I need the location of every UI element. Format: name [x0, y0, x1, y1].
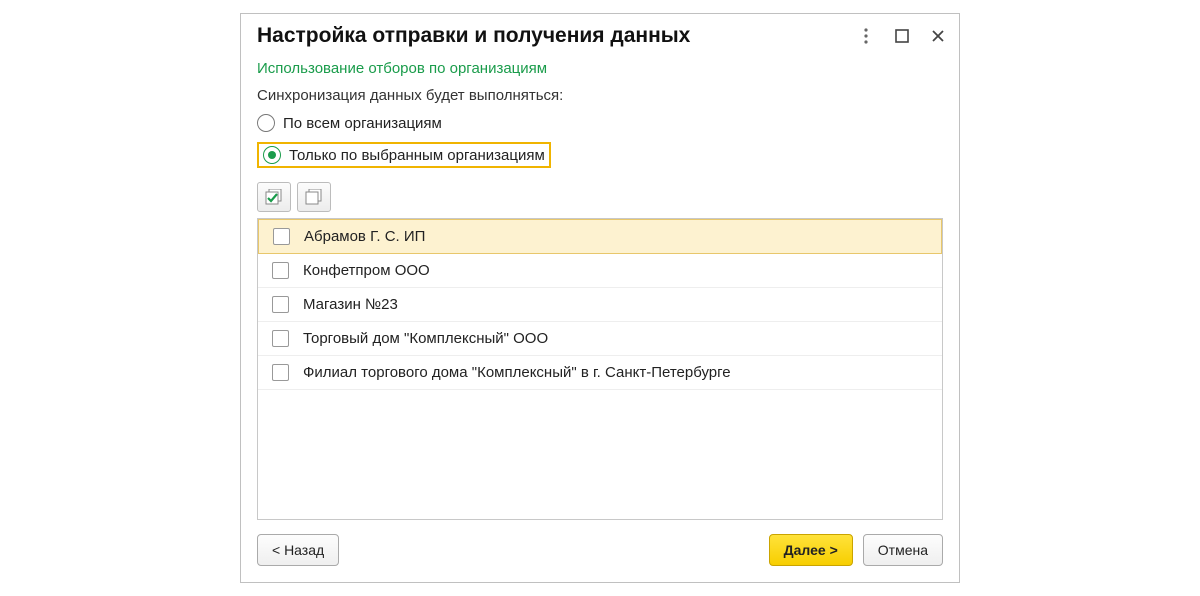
dialog-content: Использование отборов по организациям Си… — [241, 56, 959, 520]
list-item[interactable]: Абрамов Г. С. ИП — [258, 219, 942, 254]
next-button[interactable]: Далее > — [769, 534, 853, 566]
list-item[interactable]: Торговый дом "Комплексный" ООО — [258, 322, 942, 356]
list-item[interactable]: Конфетпром ООО — [258, 254, 942, 288]
radio-all-organizations[interactable]: По всем организациям — [257, 110, 943, 136]
checkbox[interactable] — [272, 364, 289, 381]
sync-description: Синхронизация данных будет выполняться: — [257, 87, 943, 104]
list-item[interactable]: Магазин №23 — [258, 288, 942, 322]
title-bar: Настройка отправки и получения данных — [241, 14, 959, 56]
radio-selected-organizations[interactable]: Только по выбранным организациям — [257, 142, 551, 168]
filters-section-label: Использование отборов по организациям — [257, 60, 943, 77]
org-name: Конфетпром ООО — [303, 262, 430, 279]
radio-icon — [257, 114, 275, 132]
checkbox[interactable] — [272, 262, 289, 279]
uncheck-all-button[interactable] — [297, 182, 331, 212]
radio-label: Только по выбранным организациям — [289, 147, 545, 164]
org-name: Торговый дом "Комплексный" ООО — [303, 330, 548, 347]
back-button[interactable]: < Назад — [257, 534, 339, 566]
settings-dialog: Настройка отправки и получения данных Ис… — [240, 13, 960, 583]
more-icon[interactable] — [857, 27, 875, 45]
maximize-icon[interactable] — [893, 27, 911, 45]
radio-label: По всем организациям — [283, 115, 442, 132]
dialog-footer: < Назад Далее > Отмена — [241, 520, 959, 582]
org-name: Абрамов Г. С. ИП — [304, 228, 425, 245]
list-toolbar — [257, 182, 943, 212]
list-item[interactable]: Филиал торгового дома "Комплексный" в г.… — [258, 356, 942, 390]
dialog-title: Настройка отправки и получения данных — [257, 24, 857, 48]
checkbox[interactable] — [272, 296, 289, 313]
org-name: Филиал торгового дома "Комплексный" в г.… — [303, 364, 731, 381]
window-controls — [857, 27, 947, 45]
check-all-button[interactable] — [257, 182, 291, 212]
organizations-list: Абрамов Г. С. ИП Конфетпром ООО Магазин … — [257, 218, 943, 520]
radio-dot-icon — [268, 151, 276, 159]
radio-icon — [263, 146, 281, 164]
cancel-button[interactable]: Отмена — [863, 534, 943, 566]
org-name: Магазин №23 — [303, 296, 398, 313]
checkbox[interactable] — [273, 228, 290, 245]
close-icon[interactable] — [929, 27, 947, 45]
checkbox[interactable] — [272, 330, 289, 347]
